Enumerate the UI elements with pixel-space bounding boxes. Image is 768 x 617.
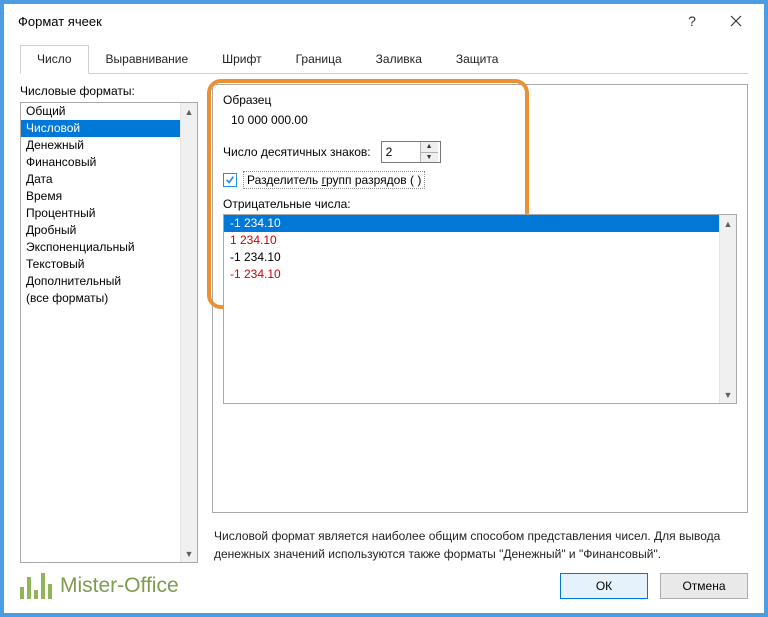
list-item[interactable]: Экспоненциальный — [21, 239, 197, 256]
titlebar: Формат ячеек ? — [4, 4, 764, 38]
formats-label: Числовые форматы: — [20, 84, 198, 98]
list-item[interactable]: -1 234.10 — [224, 215, 736, 232]
tab-граница[interactable]: Граница — [279, 45, 359, 74]
decimals-input[interactable] — [382, 142, 420, 162]
list-item[interactable]: Дробный — [21, 222, 197, 239]
list-item[interactable]: Дата — [21, 171, 197, 188]
thousands-separator-label[interactable]: Разделитель групп разрядов ( ) — [243, 171, 425, 189]
negatives-list[interactable]: -1 234.101 234.10-1 234.10-1 234.10 ▲ ▼ — [223, 214, 737, 404]
spinner-up-icon[interactable]: ▲ — [421, 142, 438, 153]
window-title: Формат ячеек — [18, 14, 670, 29]
tab-body: Числовые форматы: ОбщийЧисловойДенежныйФ… — [20, 84, 748, 563]
scrollbar[interactable]: ▲ ▼ — [719, 215, 736, 403]
decimals-label: Число десятичных знаков: — [223, 145, 371, 159]
format-hint: Числовой формат является наиболее общим … — [214, 527, 746, 563]
ok-button[interactable]: ОК — [560, 573, 648, 599]
negatives-label: Отрицательные числа: — [223, 197, 737, 211]
tab-выравнивание[interactable]: Выравнивание — [89, 45, 206, 74]
list-item[interactable]: -1 234.10 — [224, 266, 736, 283]
list-item[interactable]: 1 234.10 — [224, 232, 736, 249]
format-settings-column: Образец 10 000 000.00 Число десятичных з… — [212, 84, 748, 563]
close-button[interactable] — [714, 6, 758, 36]
list-item[interactable]: Денежный — [21, 137, 197, 154]
list-item[interactable]: Дополнительный — [21, 273, 197, 290]
scrollbar[interactable]: ▲ ▼ — [180, 103, 197, 562]
tab-шрифт[interactable]: Шрифт — [205, 45, 278, 74]
settings-panel: Образец 10 000 000.00 Число десятичных з… — [212, 84, 748, 513]
dialog-content: ЧислоВыравниваниеШрифтГраницаЗаливкаЗащи… — [4, 38, 764, 563]
scroll-down-icon[interactable]: ▼ — [181, 545, 197, 562]
tab-защита[interactable]: Защита — [439, 45, 516, 74]
list-item[interactable]: Текстовый — [21, 256, 197, 273]
brand-logo: Mister-Office — [20, 573, 548, 599]
tab-заливка[interactable]: Заливка — [359, 45, 439, 74]
list-item[interactable]: Процентный — [21, 205, 197, 222]
tabstrip: ЧислоВыравниваниеШрифтГраницаЗаливкаЗащи… — [20, 44, 748, 74]
brand-bars-icon — [20, 573, 52, 599]
tab-число[interactable]: Число — [20, 45, 89, 74]
cancel-button[interactable]: Отмена — [660, 573, 748, 599]
close-icon — [730, 15, 742, 27]
decimals-spinner[interactable]: ▲ ▼ — [381, 141, 441, 163]
checkmark-icon — [225, 175, 235, 185]
scroll-up-icon[interactable]: ▲ — [181, 103, 197, 120]
sample-label: Образец — [223, 93, 737, 107]
decimals-row: Число десятичных знаков: ▲ ▼ — [223, 141, 737, 163]
list-item[interactable]: (все форматы) — [21, 290, 197, 307]
format-cells-dialog: Формат ячеек ? ЧислоВыравниваниеШрифтГра… — [0, 0, 768, 617]
thousands-separator-checkbox[interactable] — [223, 173, 237, 187]
scroll-down-icon[interactable]: ▼ — [720, 386, 736, 403]
list-item[interactable]: Финансовый — [21, 154, 197, 171]
list-item[interactable]: Время — [21, 188, 197, 205]
list-item[interactable]: Общий — [21, 103, 197, 120]
format-category-column: Числовые форматы: ОбщийЧисловойДенежныйФ… — [20, 84, 198, 563]
spinner-down-icon[interactable]: ▼ — [421, 153, 438, 163]
brand-text: Mister-Office — [60, 574, 179, 598]
list-item[interactable]: -1 234.10 — [224, 249, 736, 266]
list-item[interactable]: Числовой — [21, 120, 197, 137]
dialog-footer: Mister-Office ОК Отмена — [4, 563, 764, 613]
formats-list[interactable]: ОбщийЧисловойДенежныйФинансовыйДатаВремя… — [20, 102, 198, 563]
help-button[interactable]: ? — [670, 6, 714, 36]
scroll-up-icon[interactable]: ▲ — [720, 215, 736, 232]
sample-value: 10 000 000.00 — [231, 113, 737, 127]
thousands-separator-row: Разделитель групп разрядов ( ) — [223, 171, 737, 189]
